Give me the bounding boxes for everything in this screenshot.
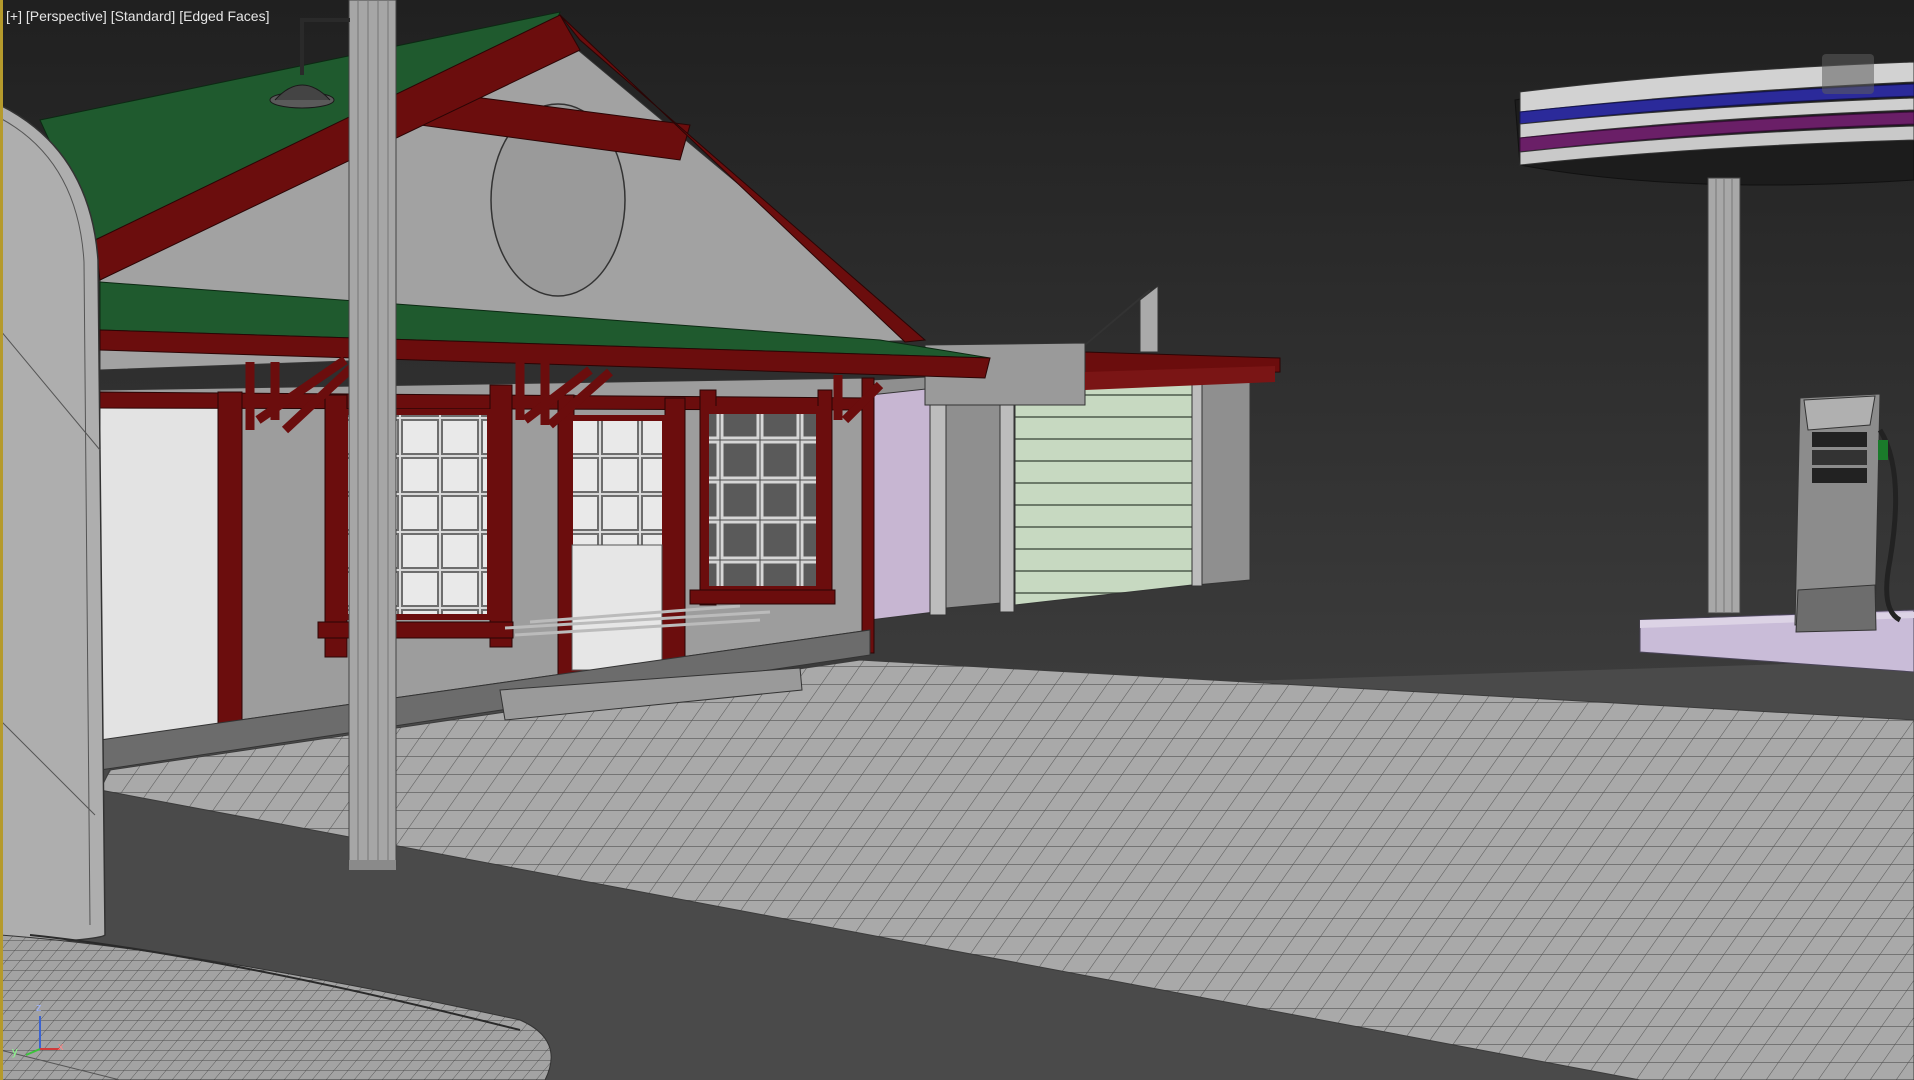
axis-y-label: y [12, 1046, 18, 1058]
foreground-sign-post [0, 104, 106, 946]
garage-door [1014, 377, 1193, 606]
viewport-menu-shading[interactable]: [Standard] [111, 8, 176, 24]
axis-z-label: z [36, 1002, 42, 1014]
viewport-menu-plus[interactable]: [+] [6, 8, 22, 24]
axis-x-label: x [58, 1041, 64, 1053]
viewport-label: [+] [Perspective] [Standard] [Edged Face… [6, 8, 269, 24]
axis-tripod-icon: z x y [8, 1002, 68, 1064]
viewcube-icon[interactable] [1822, 54, 1874, 94]
viewport-menu-perspective[interactable]: [Perspective] [26, 8, 107, 24]
window-right [701, 406, 824, 594]
viewport-border [0, 0, 3, 1080]
perspective-viewport[interactable]: [+] [Perspective] [Standard] [Edged Face… [0, 0, 1914, 1080]
viewport-menu-display[interactable]: [Edged Faces] [179, 8, 269, 24]
